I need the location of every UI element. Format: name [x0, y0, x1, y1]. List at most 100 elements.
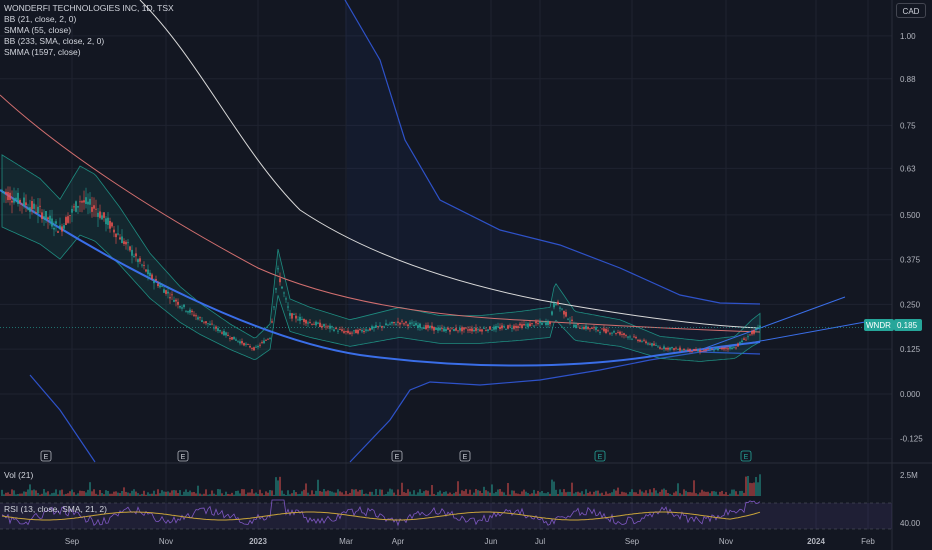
time-tick-label: 2024	[807, 537, 825, 546]
candle-body	[591, 327, 593, 329]
candle-body	[127, 242, 129, 244]
candle-body	[299, 316, 301, 321]
candle-body	[193, 314, 195, 316]
volume-bar	[219, 489, 221, 496]
indicator-smma-fast[interactable]: SMMA (55, close)	[4, 25, 174, 36]
volume-bar	[131, 490, 133, 496]
event-marker-label: E	[181, 454, 186, 461]
volume-bar	[539, 492, 541, 496]
price-tick-label: 0.63	[900, 164, 916, 173]
volume-bar	[747, 475, 749, 496]
candle-body	[511, 328, 513, 329]
candle-body	[697, 350, 699, 352]
candle-body	[599, 331, 601, 333]
candle-body	[441, 328, 443, 329]
candle-body	[553, 302, 555, 308]
candle-body	[705, 349, 707, 351]
volume-bar	[363, 493, 365, 496]
volume-bar	[481, 493, 483, 496]
candle-body	[615, 333, 617, 334]
volume-bar	[549, 493, 551, 496]
candle-body	[751, 330, 753, 335]
candle-body	[307, 322, 309, 324]
volume-bar	[123, 487, 125, 496]
candle-body	[211, 323, 213, 325]
indicator-smma-slow[interactable]: SMMA (1597, close)	[4, 47, 174, 58]
volume-bar	[227, 493, 229, 496]
candle-body	[417, 325, 419, 328]
candle-body	[533, 325, 535, 327]
candle-body	[33, 203, 35, 209]
candle-body	[311, 323, 313, 325]
volume-bar	[453, 493, 455, 496]
candle-body	[567, 318, 569, 320]
volume-bar	[151, 493, 153, 496]
candle-body	[113, 229, 115, 233]
candle-body	[743, 338, 745, 340]
candle-body	[727, 348, 729, 350]
volume-bar	[351, 489, 353, 496]
candle-body	[561, 308, 563, 310]
volume-bar	[379, 489, 381, 496]
volume-bar	[63, 494, 65, 496]
volume-bar	[49, 494, 51, 496]
volume-bar	[499, 489, 501, 496]
candle-body	[359, 328, 361, 330]
currency-button[interactable]: CAD	[896, 3, 926, 18]
price-chart[interactable]: 2.5M 40.00 E E E E E E 1.00 0.88 0.75 0.63 0.500 0…	[0, 0, 932, 550]
candle-body	[639, 339, 641, 342]
candle-body	[407, 324, 409, 327]
volume-bar	[511, 490, 513, 496]
volume-bar	[121, 490, 123, 496]
volume-bar	[243, 489, 245, 496]
candle-body	[403, 323, 405, 325]
candle-body	[221, 332, 223, 334]
candle-body	[169, 297, 171, 299]
candle-body	[49, 215, 51, 221]
volume-bar	[19, 493, 21, 496]
indicator-bb-fast[interactable]: BB (21, close, 2, 0)	[4, 14, 174, 25]
indicator-bb-slow[interactable]: BB (233, SMA, close, 2, 0)	[4, 36, 174, 47]
volume-bar	[743, 492, 745, 496]
volume-bar	[439, 490, 441, 496]
volume-bar	[663, 488, 665, 496]
volume-bar	[641, 491, 643, 496]
volume-bar	[683, 489, 685, 496]
candle-body	[551, 311, 553, 315]
candle-body	[125, 241, 127, 245]
volume-bar	[127, 492, 129, 496]
candle-body	[185, 310, 187, 312]
price-tick-label: 0.75	[900, 121, 916, 130]
volume-bar	[199, 493, 201, 496]
volume-bar	[11, 489, 13, 496]
candle-body	[409, 322, 411, 325]
candle-body	[77, 206, 79, 208]
volume-bar	[719, 491, 721, 496]
candle-body	[405, 321, 407, 323]
time-tick-label: Jun	[485, 537, 498, 546]
candle-body	[203, 321, 205, 323]
candle-body	[467, 329, 469, 331]
volume-bar	[111, 493, 113, 496]
candle-body	[717, 348, 719, 351]
rsi-label[interactable]: RSI (13, close, SMA, 21, 2)	[4, 504, 107, 514]
volume-bar	[491, 484, 493, 496]
volume-bar	[455, 491, 457, 496]
candle-body	[585, 325, 587, 330]
symbol-title[interactable]: WONDERFI TECHNOLOGIES INC, 1D, TSX	[4, 3, 174, 14]
volume-label[interactable]: Vol (21)	[4, 470, 33, 480]
volume-bar	[195, 493, 197, 496]
candle-body	[537, 323, 539, 324]
candle-body	[201, 320, 203, 322]
volume-bar	[403, 492, 405, 496]
candle-body	[293, 313, 295, 315]
candle-body	[327, 325, 329, 327]
candle-body	[119, 237, 121, 240]
volume-bar	[129, 493, 131, 496]
volume-bar	[241, 489, 243, 496]
volume-bar	[633, 492, 635, 496]
volume-bar	[569, 491, 571, 496]
volume-bar	[707, 491, 709, 496]
candle-body	[319, 322, 321, 328]
candle-body	[331, 326, 333, 328]
